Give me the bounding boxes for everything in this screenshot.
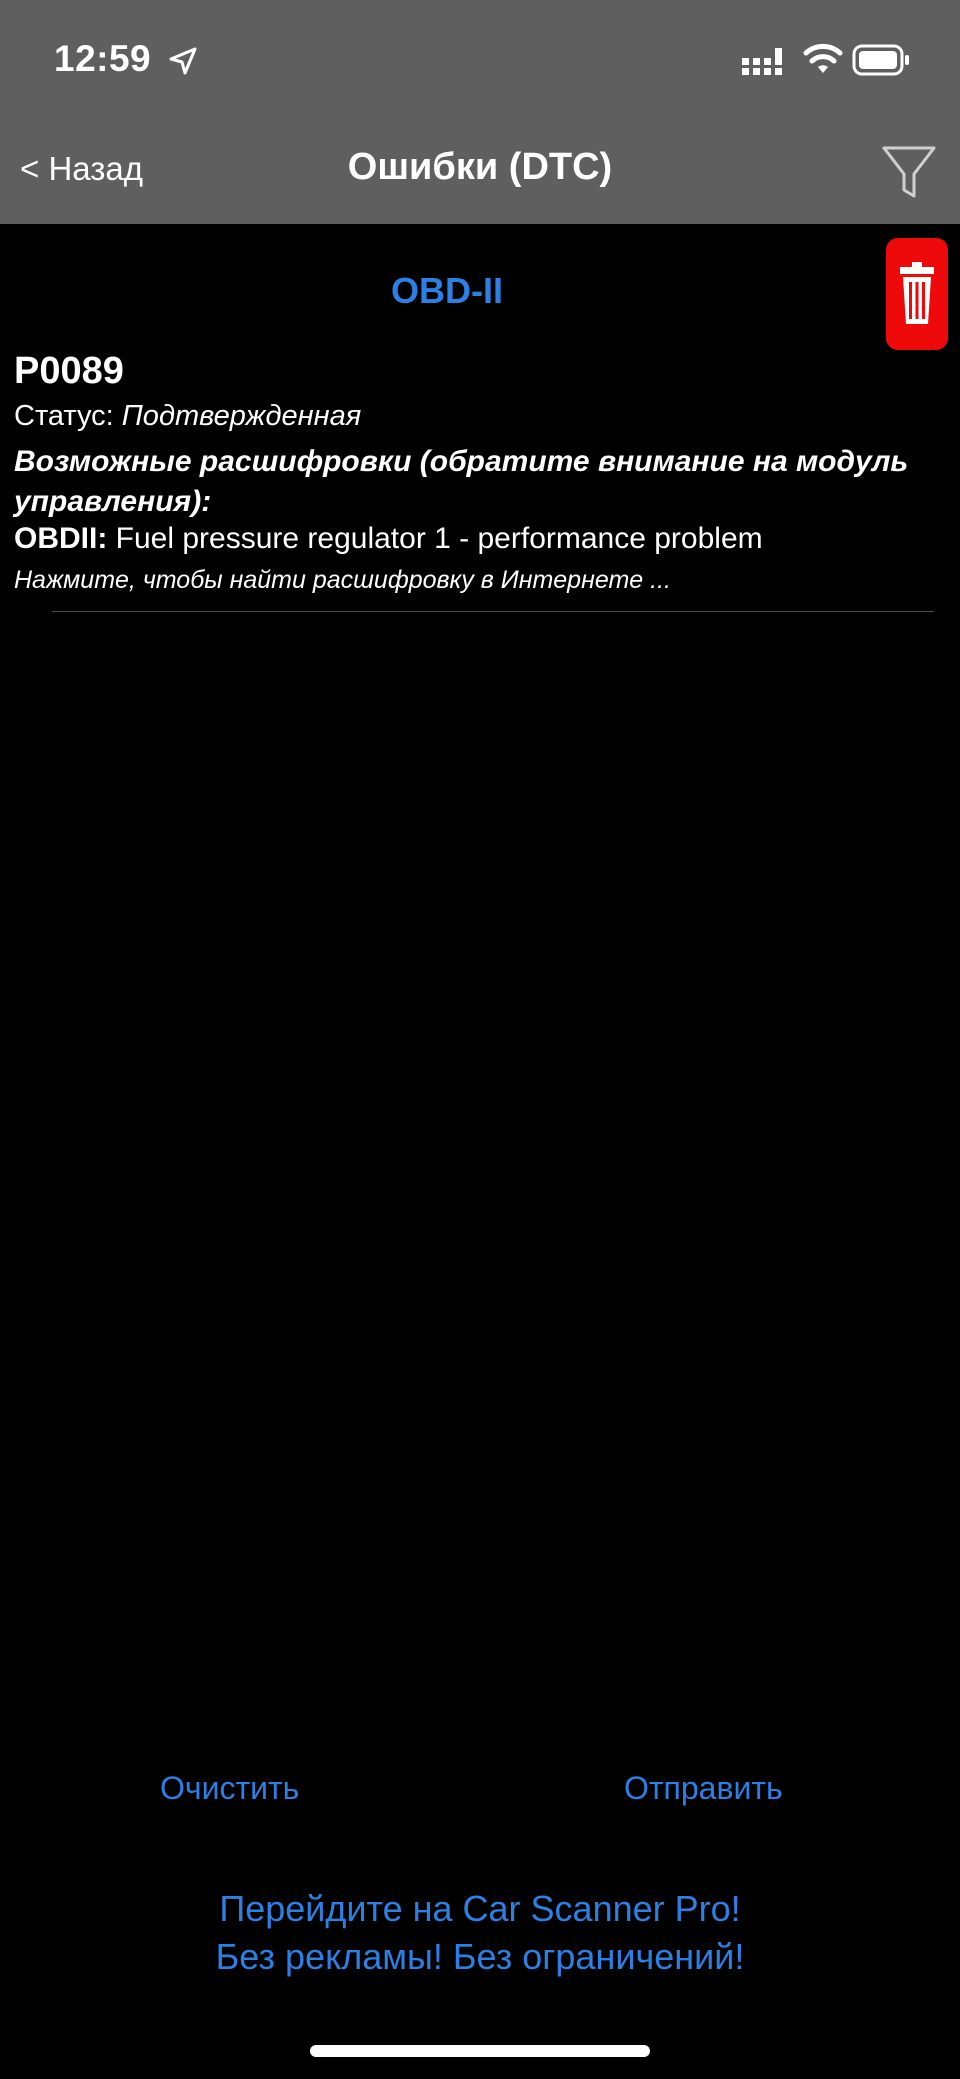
status-label: Статус:: [14, 400, 122, 432]
obd-description-text: Fuel pressure regulator 1 - performance …: [107, 522, 763, 555]
status-bar: 12:59: [0, 0, 960, 120]
cellular-signal-icon: [742, 48, 782, 75]
wifi-icon: [803, 43, 843, 73]
location-arrow-icon: [169, 47, 197, 75]
filter-icon[interactable]: [880, 142, 938, 202]
pro-upgrade-link[interactable]: Перейдите на Car Scanner Pro! Без реклам…: [0, 1885, 960, 1981]
home-indicator: [310, 2045, 650, 2057]
navigation-bar: < Назад Ошибки (DTC): [0, 120, 960, 224]
promo-line-1: Перейдите на Car Scanner Pro!: [219, 1888, 741, 1929]
obd-description: OBDII: Fuel pressure regulator 1 - perfo…: [14, 522, 763, 556]
dtc-status: Статус: Подтвержденная: [14, 400, 361, 433]
battery-icon: [852, 44, 909, 76]
trash-icon: [900, 262, 934, 324]
decode-heading: Возможные расшифровки (обратите внимание…: [14, 445, 909, 518]
dtc-code: P0089: [14, 350, 124, 392]
section-title: OBD-II: [391, 270, 503, 311]
delete-button[interactable]: [886, 238, 948, 350]
obd-prefix: OBDII:: [14, 522, 108, 555]
divider: [52, 611, 934, 612]
promo-line-2: Без рекламы! Без ограничений!: [215, 1936, 745, 1977]
status-value: Подтвержденная: [121, 400, 362, 432]
search-online-link[interactable]: Нажмите, чтобы найти расшифровку в Интер…: [14, 566, 671, 595]
status-time: 12:59: [54, 38, 152, 79]
clear-button[interactable]: Очистить: [160, 1770, 299, 1807]
page-title: Ошибки (DTC): [347, 146, 613, 188]
top-bar-background: 12:59 < Назад Ошибки (DTC): [0, 0, 960, 224]
send-button[interactable]: Отправить: [624, 1770, 783, 1807]
